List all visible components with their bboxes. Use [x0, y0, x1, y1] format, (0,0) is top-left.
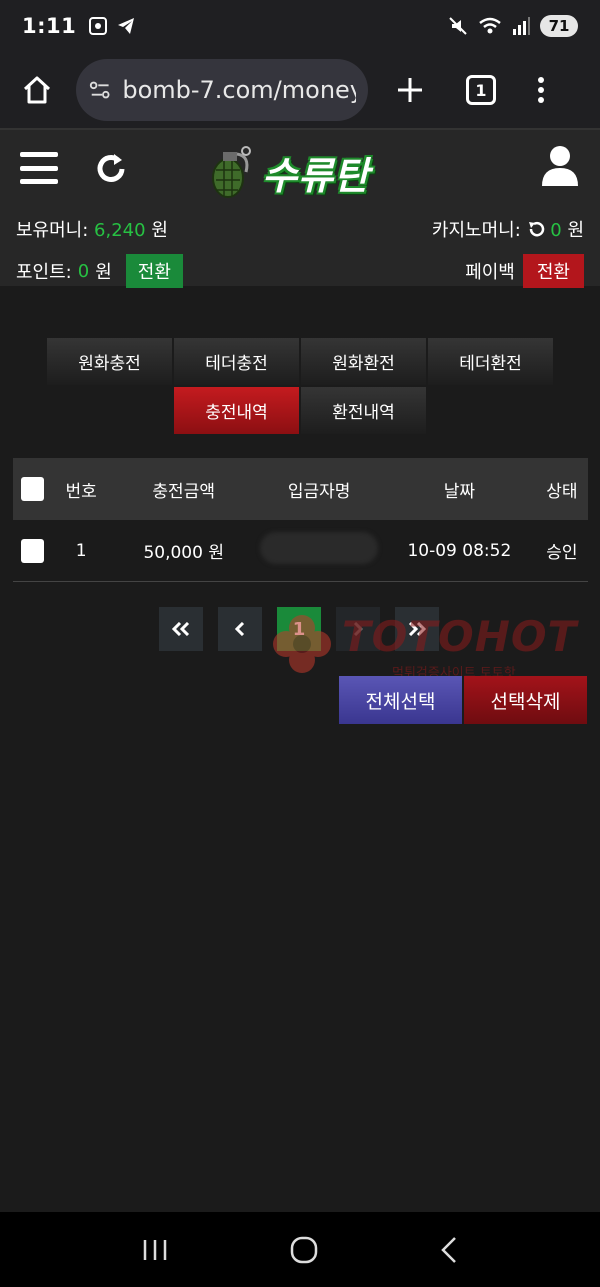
site-logo[interactable]: 수류탄 — [206, 142, 370, 202]
site-header: 수류탄 보유머니: 6,240 원 카지노머니: 0 원 포인트: 0 원 전환… — [0, 130, 600, 288]
balance-unit: 원 — [151, 220, 168, 241]
balance-row: 보유머니: 6,240 원 카지노머니: 0 원 — [16, 216, 584, 242]
balance-label: 보유머니: — [16, 220, 89, 241]
telegram-icon — [118, 18, 135, 34]
menu-bar — [20, 165, 58, 171]
status-time: 1:11 — [22, 14, 77, 38]
payback-info: 페이백 전환 — [465, 254, 584, 288]
next-page-button[interactable] — [336, 607, 380, 651]
menu-bar — [20, 179, 58, 184]
row-depositor-redacted — [255, 532, 383, 569]
chevron-right-icon — [353, 622, 363, 636]
mute-icon — [449, 17, 467, 35]
wifi-icon — [479, 17, 501, 34]
tab-switcher-button[interactable]: 1 — [466, 75, 496, 105]
point-value: 0 — [77, 260, 90, 282]
home-circle-icon[interactable] — [290, 1236, 318, 1264]
point-row: 포인트: 0 원 전환 페이백 전환 — [16, 254, 584, 288]
logo-text: 수류탄 — [262, 153, 370, 198]
chevron-left-icon — [235, 622, 245, 636]
home-icon — [23, 76, 51, 104]
tab-krw-deposit[interactable]: 원화충전 — [47, 338, 172, 385]
recent-apps-icon[interactable] — [141, 1238, 169, 1262]
row-checkbox[interactable] — [21, 538, 45, 563]
casino-info: 카지노머니: 0 원 — [432, 216, 584, 242]
refresh-icon[interactable] — [92, 150, 130, 188]
home-button[interactable] — [14, 67, 60, 113]
site-settings-icon — [89, 81, 110, 99]
screenshot-icon — [89, 17, 108, 35]
point-label: 포인트: — [16, 262, 72, 283]
casino-refresh-icon[interactable] — [527, 220, 545, 238]
point-convert-button[interactable]: 전환 — [125, 254, 183, 288]
select-all-checkbox[interactable] — [21, 477, 45, 501]
back-icon[interactable] — [439, 1236, 459, 1264]
money-tabs: 원화충전 테더충전 원화환전 테더환전 충전내역 환전내역 — [46, 338, 554, 436]
tab-tether-withdraw[interactable]: 테더환전 — [428, 338, 553, 385]
last-page-button[interactable] — [395, 607, 439, 651]
more-menu-button[interactable] — [538, 77, 544, 103]
payback-label: 페이백 — [465, 262, 515, 283]
tab-withdraw-history[interactable]: 환전내역 — [301, 387, 426, 434]
double-chevron-left-icon — [172, 622, 190, 636]
dot-icon — [538, 77, 544, 83]
point-info: 포인트: 0 원 전환 — [16, 254, 183, 288]
row-date: 10-09 08:52 — [407, 540, 512, 561]
delete-selected-button[interactable]: 선택삭제 — [464, 676, 587, 724]
first-page-button[interactable] — [159, 607, 203, 651]
pagination: 1 — [159, 607, 439, 651]
header-date: 날짜 — [443, 481, 475, 502]
menu-bar — [20, 152, 58, 157]
browser-toolbar: bomb-7.com/money/ 1 — [0, 52, 600, 130]
menu-button[interactable] — [20, 152, 58, 184]
table-actions: 전체선택 선택삭제 — [339, 676, 587, 724]
dot-icon — [538, 87, 544, 93]
row-amount: 50,000 원 — [143, 543, 224, 563]
tab-deposit-history[interactable]: 충전내역 — [174, 387, 299, 434]
row-no: 1 — [75, 540, 87, 561]
payback-convert-button[interactable]: 전환 — [522, 254, 584, 288]
prev-page-button[interactable] — [218, 607, 262, 651]
redaction-mark — [260, 532, 379, 564]
plus-icon — [398, 78, 422, 102]
grenade-icon — [212, 146, 251, 198]
user-icon[interactable] — [540, 144, 580, 188]
address-bar[interactable]: bomb-7.com/money/ — [76, 59, 368, 121]
system-nav-bar — [0, 1212, 600, 1287]
point-unit: 원 — [95, 262, 112, 283]
balance-info: 보유머니: 6,240 원 — [16, 216, 168, 242]
tab-tether-deposit[interactable]: 테더충전 — [174, 338, 299, 385]
select-all-button[interactable]: 전체선택 — [339, 676, 462, 724]
header-status: 상태 — [546, 481, 578, 502]
header-amount: 충전금액 — [152, 481, 215, 502]
casino-label: 카지노머니: — [431, 220, 521, 241]
url-text: bomb-7.com/money/ — [122, 76, 356, 104]
double-chevron-right-icon — [408, 622, 426, 636]
casino-unit: 원 — [567, 220, 584, 241]
balance-value: 6,240 — [94, 220, 146, 241]
header-depositor: 입금자명 — [287, 481, 351, 502]
dot-icon — [538, 97, 544, 103]
tab-krw-withdraw[interactable]: 원화환전 — [301, 338, 426, 385]
signal-icon — [513, 17, 530, 35]
table-header: 번호 충전금액 입금자명 날짜 상태 — [13, 458, 588, 520]
status-bar: 1:11 71 — [0, 0, 600, 52]
casino-value: 0 — [550, 220, 562, 241]
deposit-history-table: 번호 충전금액 입금자명 날짜 상태 1 50,000 원 10-09 08:5… — [13, 458, 588, 582]
page-button-current[interactable]: 1 — [277, 607, 321, 651]
row-status: 승인 — [546, 543, 578, 563]
table-row: 1 50,000 원 10-09 08:52 승인 — [13, 520, 588, 582]
new-tab-button[interactable] — [390, 70, 430, 110]
header-no: 번호 — [65, 481, 97, 502]
battery-indicator: 71 — [540, 15, 578, 37]
